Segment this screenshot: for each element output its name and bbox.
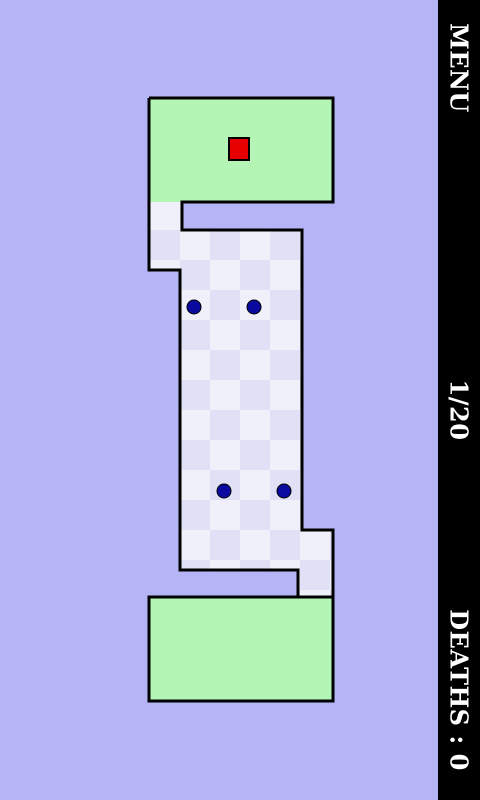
- goal-safe-zone: [149, 597, 333, 701]
- blue-dot-enemy: [276, 483, 292, 499]
- side-bar: MENU 1/20 DEATHS : 0: [438, 0, 480, 800]
- game-board: [147, 96, 335, 703]
- checkered-floor: [150, 200, 332, 600]
- level-counter: 1/20: [444, 379, 474, 441]
- menu-button[interactable]: MENU: [445, 23, 474, 113]
- blue-dot-enemy: [186, 299, 202, 315]
- blue-dot-enemy: [216, 483, 232, 499]
- deaths-counter: DEATHS : 0: [444, 609, 474, 771]
- player-red-square[interactable]: [228, 137, 250, 161]
- blue-dot-enemy: [246, 299, 262, 315]
